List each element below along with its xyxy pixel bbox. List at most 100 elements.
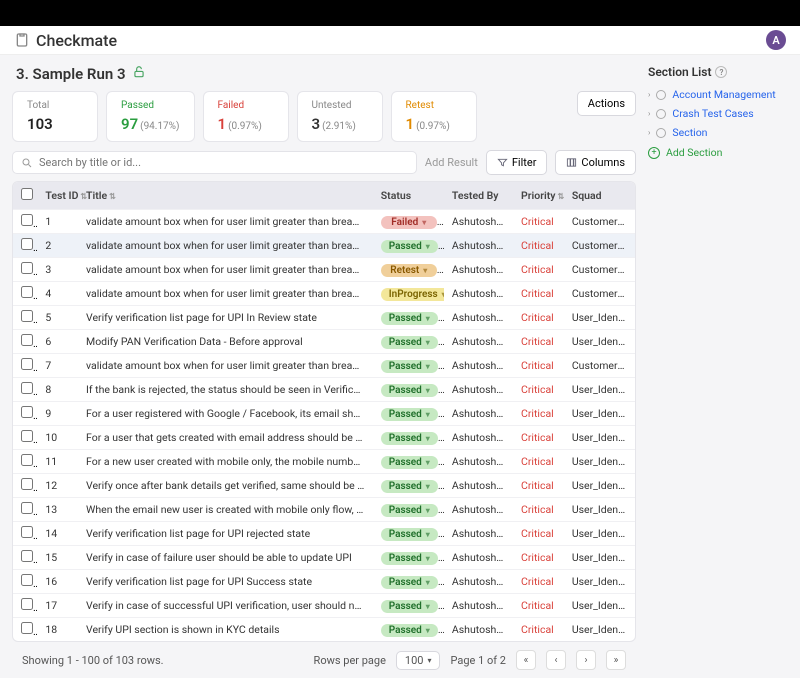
section-item[interactable]: ›Section [648,123,788,142]
table-row[interactable]: 8If the bank is rejected, the status sho… [13,378,635,402]
row-checkbox[interactable] [21,502,33,514]
cell-title: validate amount box when for user limit … [78,282,373,306]
cell-priority: Critical [513,354,564,378]
status-pill[interactable]: Passed▾ [381,432,438,445]
cell-tested-by: Ashutosh Palania [444,522,513,546]
page-prev-button[interactable]: ‹ [546,650,566,670]
table-row[interactable]: 14Verify verification list page for UPI … [13,522,635,546]
cell-title: Modify PAN Verification Data - Before ap… [78,330,373,354]
col-priority[interactable]: Priority⇅ [513,182,564,210]
status-pill[interactable]: Passed▾ [381,576,438,589]
status-pill[interactable]: Passed▾ [381,336,438,349]
table-row[interactable]: 10For a user that gets created with emai… [13,426,635,450]
cell-title: validate amount box when for user limit … [78,210,373,234]
rows-per-page-select[interactable]: 100 ▾ [396,651,441,670]
add-section-button[interactable]: + Add Section [648,142,788,159]
col-status[interactable]: Status [373,182,444,210]
page-next-button[interactable]: › [576,650,596,670]
sort-icon: ⇅ [557,192,564,201]
section-item[interactable]: ›Account Management [648,85,788,104]
table-row[interactable]: 7validate amount box when for user limit… [13,354,635,378]
table-row[interactable]: 11For a new user created with mobile onl… [13,450,635,474]
page-first-button[interactable]: « [516,650,536,670]
row-checkbox[interactable] [21,478,33,490]
actions-button[interactable]: Actions [577,91,636,116]
status-pill[interactable]: Passed▾ [381,312,438,325]
status-pill[interactable]: Passed▾ [381,456,438,469]
status-pill[interactable]: Passed▾ [381,504,438,517]
status-pill[interactable]: Passed▾ [381,408,438,421]
table-row[interactable]: 5Verify verification list page for UPI I… [13,306,635,330]
row-checkbox[interactable] [21,214,33,226]
pagination: Showing 1 - 100 of 103 rows. Rows per pa… [12,642,636,678]
status-pill[interactable]: Passed▾ [381,384,438,397]
status-pill[interactable]: Passed▾ [381,624,438,637]
table-row[interactable]: 13When the email new user is created wit… [13,498,635,522]
columns-button[interactable]: Columns [555,150,636,175]
filter-button[interactable]: Filter [486,150,548,175]
status-pill[interactable]: Passed▾ [381,528,438,541]
cell-title: For a new user created with mobile only,… [78,450,373,474]
search-input[interactable] [39,156,408,169]
row-checkbox[interactable] [21,430,33,442]
chevron-down-icon: ▾ [426,506,430,515]
chevron-down-icon: ▾ [426,578,430,587]
row-checkbox[interactable] [21,406,33,418]
col-title[interactable]: Title⇅ [78,182,373,210]
row-checkbox[interactable] [21,550,33,562]
cell-priority: Critical [513,594,564,618]
status-pill[interactable]: Passed▾ [381,480,438,493]
section-sidebar: Section List ? ›Account Management›Crash… [648,55,788,678]
stat-untested: Untested 3(2.91%) [297,91,383,142]
status-pill[interactable]: Passed▾ [381,552,438,565]
table-row[interactable]: 1validate amount box when for user limit… [13,210,635,234]
status-pill[interactable]: Passed▾ [381,360,438,373]
section-item[interactable]: ›Crash Test Cases [648,104,788,123]
row-checkbox[interactable] [21,382,33,394]
table-row[interactable]: 16Verify verification list page for UPI … [13,570,635,594]
row-checkbox[interactable] [21,622,33,634]
select-all-checkbox[interactable] [21,188,33,200]
page-last-button[interactable]: » [606,650,626,670]
row-checkbox[interactable] [21,358,33,370]
row-checkbox[interactable] [21,574,33,586]
info-icon[interactable]: ? [715,66,727,78]
row-checkbox[interactable] [21,310,33,322]
table-row[interactable]: 9For a user registered with Google / Fac… [13,402,635,426]
cell-tested-by: Ashutosh Palania [444,498,513,522]
chevron-down-icon: ▾ [426,362,430,371]
status-pill[interactable]: Passed▾ [381,600,438,613]
status-pill[interactable]: Passed▾ [381,240,438,253]
col-test-id[interactable]: Test ID⇅ [37,182,78,210]
table-row[interactable]: 6Modify PAN Verification Data - Before a… [13,330,635,354]
table-row[interactable]: 2validate amount box when for user limit… [13,234,635,258]
clipboard-icon [14,32,30,48]
row-checkbox[interactable] [21,454,33,466]
row-checkbox[interactable] [21,334,33,346]
cell-title: Verify verification list page for UPI Su… [78,570,373,594]
table-row[interactable]: 4validate amount box when for user limit… [13,282,635,306]
row-checkbox[interactable] [21,286,33,298]
table-row[interactable]: 12Verify once after bank details get ver… [13,474,635,498]
cell-priority: Critical [513,234,564,258]
status-pill[interactable]: InProgress▾ [381,288,444,301]
status-pill[interactable]: Failed▾ [381,216,437,229]
search-input-wrap[interactable] [12,151,417,174]
row-checkbox[interactable] [21,262,33,274]
chevron-right-icon: › [648,90,650,99]
row-checkbox[interactable] [21,598,33,610]
cell-squad: User_Identity_Pod [564,618,635,642]
cell-title: validate amount box when for user limit … [78,354,373,378]
status-pill[interactable]: Retest▾ [381,264,437,277]
row-checkbox[interactable] [21,238,33,250]
col-squad[interactable]: Squad [564,182,635,210]
table-row[interactable]: 18Verify UPI section is shown in KYC det… [13,618,635,642]
add-result-link[interactable]: Add Result [425,156,478,169]
table-row[interactable]: 15Verify in case of failure user should … [13,546,635,570]
table-row[interactable]: 17Verify in case of successful UPI verif… [13,594,635,618]
avatar[interactable]: A [766,30,786,50]
col-tested-by[interactable]: Tested By [444,182,513,210]
row-checkbox[interactable] [21,526,33,538]
table-row[interactable]: 3validate amount box when for user limit… [13,258,635,282]
cell-tested-by: Ashutosh Palania [444,426,513,450]
